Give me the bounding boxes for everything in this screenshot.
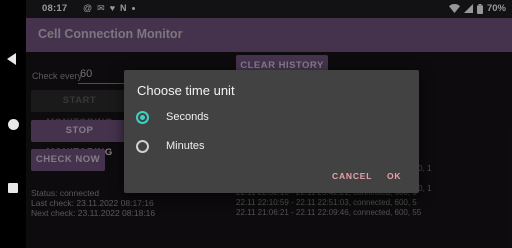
cancel-button[interactable]: CANCEL <box>332 171 372 181</box>
option-seconds[interactable]: Seconds <box>136 106 209 128</box>
time-unit-dialog: Choose time unit Seconds Minutes CANCEL … <box>124 70 419 193</box>
option-minutes[interactable]: Minutes <box>136 135 205 157</box>
ok-button[interactable]: OK <box>387 171 401 181</box>
radio-unchecked-icon[interactable] <box>136 139 149 153</box>
navigation-bar <box>0 0 26 248</box>
back-icon[interactable] <box>7 53 16 65</box>
option-label: Seconds <box>166 111 209 123</box>
recents-icon[interactable] <box>8 183 18 193</box>
radio-checked-icon[interactable] <box>136 110 149 124</box>
dialog-title: Choose time unit <box>137 83 235 98</box>
option-label: Minutes <box>166 140 205 152</box>
home-icon[interactable] <box>8 119 19 130</box>
